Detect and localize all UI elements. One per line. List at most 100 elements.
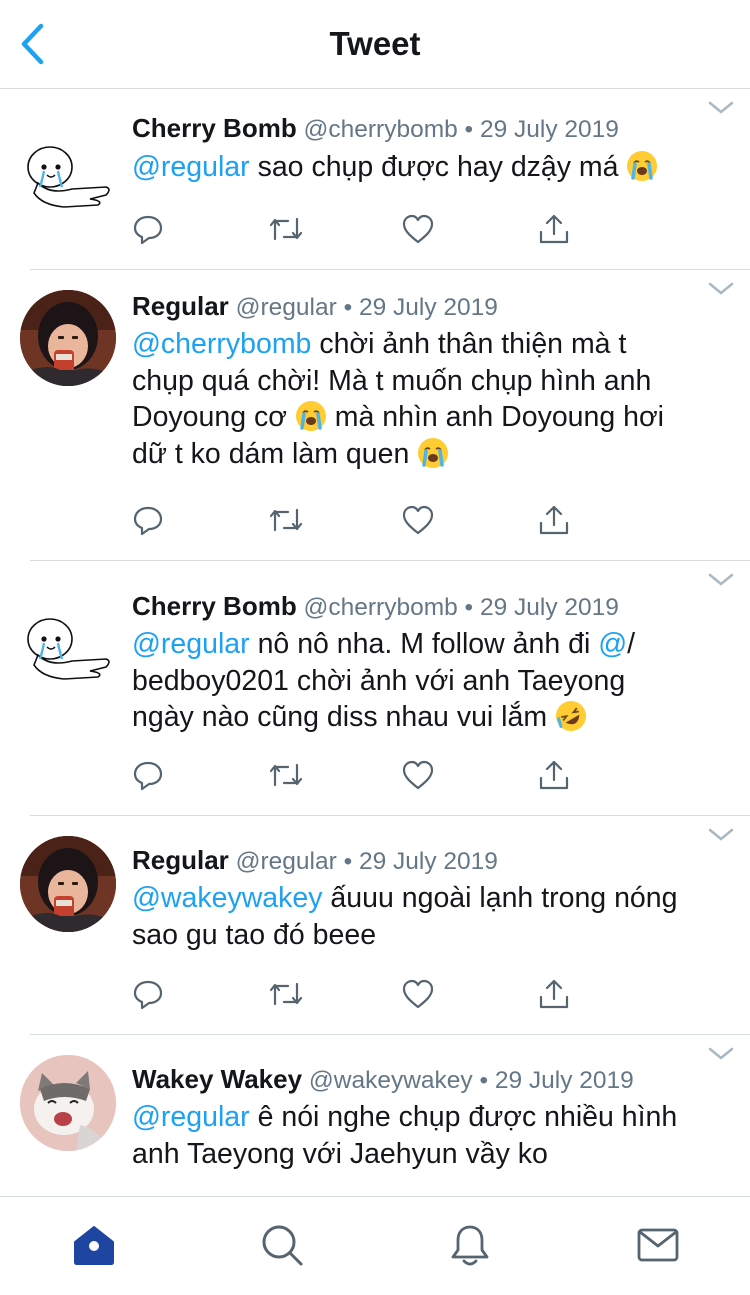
tweet-actions <box>130 502 580 538</box>
mention-link[interactable]: @ <box>598 628 627 660</box>
like-button[interactable] <box>400 976 436 1012</box>
share-icon <box>539 979 569 1009</box>
tweet-list: Cherry Bomb @cherrybomb • 29 July 2019 @… <box>0 89 750 1196</box>
page-title: Tweet <box>329 25 421 62</box>
tweet-body-line: chời ảnh thân thiện mà t <box>311 328 627 360</box>
avatar[interactable] <box>20 595 116 691</box>
tweet-date: 29 July 2019 <box>479 116 619 143</box>
tweet-item[interactable]: Cherry Bomb @cherrybomb • 29 July 2019 @… <box>0 561 750 816</box>
tab-notifications[interactable] <box>446 1221 494 1269</box>
laughing-cat-avatar-image <box>20 1055 116 1151</box>
tab-messages[interactable] <box>634 1221 682 1269</box>
tweet-body-line: ngày nào cũng diss nhau vui lắm <box>132 701 556 733</box>
retweet-button[interactable] <box>268 757 304 793</box>
tweet-header: Regular @regular • 29 July 2019 <box>132 291 498 322</box>
reply-icon <box>133 506 163 536</box>
avatar[interactable] <box>20 290 116 386</box>
notifications-icon <box>451 1225 489 1266</box>
reply-icon <box>133 215 163 245</box>
tweet-body: sao chụp được hay dzậy má <box>249 151 627 183</box>
mention-link[interactable]: @cherrybomb <box>132 328 311 360</box>
tweet-item[interactable]: Wakey Wakey @wakeywakey • 29 July 2019 @… <box>0 1035 750 1196</box>
search-icon <box>262 1225 303 1266</box>
cartoon-girl-avatar-image <box>20 836 116 932</box>
like-button[interactable] <box>400 211 436 247</box>
display-name[interactable]: Regular <box>132 845 229 875</box>
mention-link[interactable]: @regular <box>132 1101 250 1133</box>
reply-button[interactable] <box>130 976 166 1012</box>
retweet-button[interactable] <box>268 976 304 1012</box>
chevron-down-icon[interactable] <box>708 573 734 587</box>
tweet-body-line: anh Taeyong với Jaehyun vầy ko <box>132 1137 548 1170</box>
tweet-text: @regular ê nói nghe chụp được nhiều hình… <box>132 1099 722 1172</box>
tweet-date: 29 July 2019 <box>494 1067 634 1094</box>
tweet-item[interactable]: Cherry Bomb @cherrybomb • 29 July 2019 @… <box>0 89 750 270</box>
avatar[interactable] <box>20 1055 116 1151</box>
meta-separator: • <box>336 848 359 875</box>
reply-button[interactable] <box>130 757 166 793</box>
tweet-body-line: bedboy0201 chời ảnh với anh Taeyong <box>132 664 626 697</box>
tab-search[interactable] <box>258 1221 306 1269</box>
tweet-item[interactable]: Regular @regular • 29 July 2019 @wakeywa… <box>0 816 750 1035</box>
reply-button[interactable] <box>130 502 166 538</box>
reply-button[interactable] <box>130 211 166 247</box>
mention-link[interactable]: @regular <box>132 628 250 660</box>
crying-face-emoji-icon <box>295 401 326 431</box>
share-icon <box>539 760 569 790</box>
tweet-item[interactable]: Regular @regular • 29 July 2019 @cherryb… <box>0 270 750 561</box>
like-icon <box>402 760 434 790</box>
handle[interactable]: @cherrybomb <box>304 594 458 621</box>
reply-icon <box>133 761 163 791</box>
share-button[interactable] <box>536 502 572 538</box>
mention-link[interactable]: @wakeywakey <box>132 882 323 914</box>
tweet-text: @regular nô nô nha. M follow ảnh đi @/ b… <box>132 626 722 736</box>
tweet-date: 29 July 2019 <box>479 594 619 621</box>
retweet-icon <box>269 508 303 532</box>
retweet-icon <box>269 763 303 787</box>
chevron-down-icon[interactable] <box>708 282 734 296</box>
share-button[interactable] <box>536 976 572 1012</box>
like-button[interactable] <box>400 757 436 793</box>
tweet-actions <box>130 976 580 1012</box>
retweet-button[interactable] <box>268 211 304 247</box>
tweet-text: @cherrybomb chời ảnh thân thiện mà t chụ… <box>132 326 722 472</box>
handle[interactable]: @cherrybomb <box>304 116 458 143</box>
tweet-header: Wakey Wakey @wakeywakey • 29 July 2019 <box>132 1064 634 1095</box>
display-name[interactable]: Cherry Bomb <box>132 591 297 621</box>
display-name[interactable]: Wakey Wakey <box>132 1064 302 1094</box>
like-button[interactable] <box>400 502 436 538</box>
retweet-button[interactable] <box>268 502 304 538</box>
chevron-down-icon[interactable] <box>708 828 734 842</box>
meta-separator: • <box>336 294 359 321</box>
avatar[interactable] <box>20 123 116 219</box>
mention-link[interactable]: @regular <box>132 151 250 183</box>
meta-separator: • <box>457 116 480 143</box>
chevron-down-icon[interactable] <box>708 1047 734 1061</box>
tweet-date: 29 July 2019 <box>358 294 498 321</box>
bottom-tab-bar <box>0 1196 750 1295</box>
retweet-icon <box>269 982 303 1006</box>
seal-avatar-image <box>27 618 110 680</box>
share-button[interactable] <box>536 757 572 793</box>
cartoon-girl-avatar-image <box>20 290 116 386</box>
share-button[interactable] <box>536 211 572 247</box>
handle[interactable]: @regular <box>236 848 337 875</box>
like-icon <box>402 505 434 535</box>
meta-separator: • <box>457 594 480 621</box>
crying-face-emoji-icon <box>627 151 658 181</box>
tab-home[interactable] <box>70 1221 118 1269</box>
tweet-body-line: sao gu tao đó beee <box>132 918 377 951</box>
retweet-icon <box>269 217 303 241</box>
seal-avatar-image <box>27 146 110 208</box>
display-name[interactable]: Cherry Bomb <box>132 113 297 143</box>
handle[interactable]: @wakeywakey <box>309 1067 473 1094</box>
tweet-actions <box>130 757 580 793</box>
like-icon <box>402 214 434 244</box>
chevron-down-icon[interactable] <box>708 101 734 115</box>
meta-separator: • <box>472 1067 495 1094</box>
display-name[interactable]: Regular <box>132 291 229 321</box>
tweet-header: Regular @regular • 29 July 2019 <box>132 845 498 876</box>
handle[interactable]: @regular <box>236 294 337 321</box>
tweet-header: Cherry Bomb @cherrybomb • 29 July 2019 <box>132 591 619 622</box>
avatar[interactable] <box>20 836 116 932</box>
